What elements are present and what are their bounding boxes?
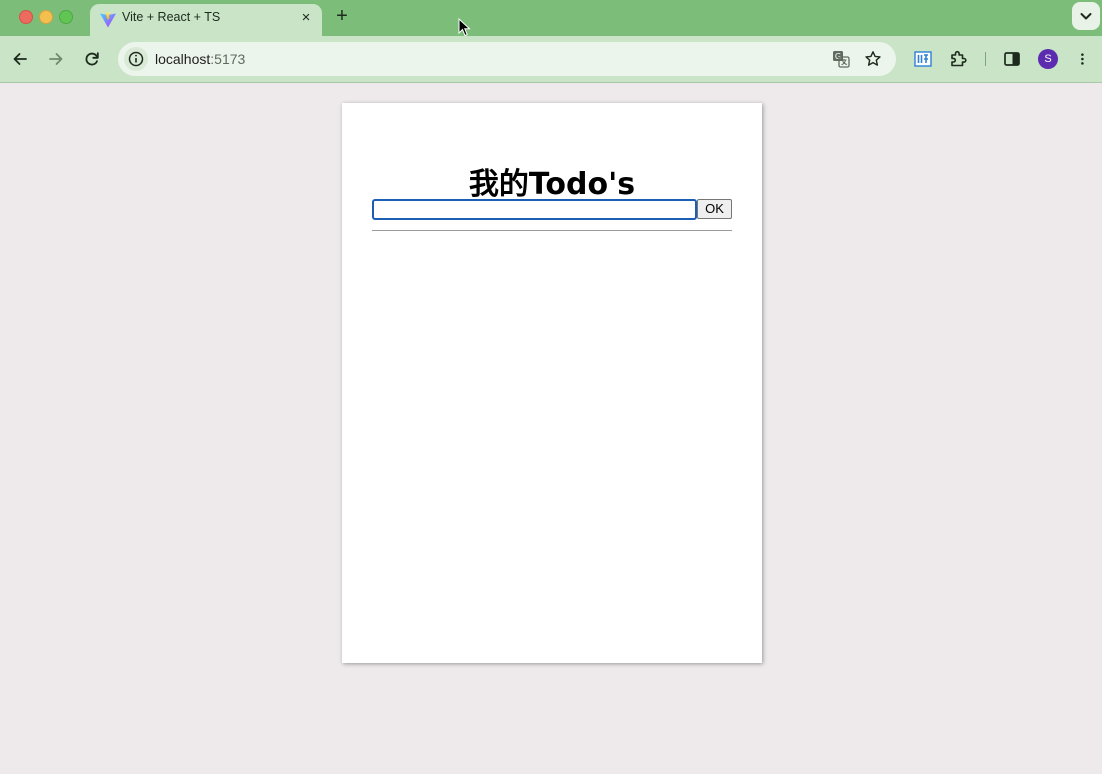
more-vertical-icon[interactable]: [1076, 49, 1092, 69]
tab-strip: Vite + React + TS × +: [0, 0, 1102, 37]
window-close-button[interactable]: [19, 10, 33, 24]
mouse-cursor-icon: [458, 18, 471, 37]
url-port: :5173: [210, 51, 246, 67]
chevron-down-icon: [1080, 13, 1092, 20]
window-zoom-button[interactable]: [59, 10, 73, 24]
reload-icon[interactable]: [82, 49, 102, 69]
extension-ii-icon[interactable]: [913, 49, 933, 69]
tab-close-icon[interactable]: ×: [298, 10, 314, 26]
tab-vite-react-ts[interactable]: Vite + React + TS ×: [90, 4, 322, 36]
url-text: localhost:5173: [155, 51, 245, 67]
tab-search-button[interactable]: [1072, 2, 1100, 30]
forward-arrow-icon[interactable]: [46, 49, 66, 69]
page-title: 我的Todo's: [468, 167, 636, 202]
todo-card: 我的Todo's OK: [342, 103, 762, 663]
url-host: localhost: [155, 51, 211, 67]
vite-logo-icon: [100, 12, 116, 28]
ok-button[interactable]: OK: [697, 199, 732, 219]
page-viewport: 我的Todo's OK: [0, 83, 1102, 774]
translate-icon[interactable]: G: [832, 50, 850, 68]
info-icon: [128, 51, 144, 67]
toolbar-divider: [985, 52, 986, 66]
divider: [372, 230, 732, 231]
bookmark-star-icon[interactable]: [864, 50, 882, 68]
address-bar[interactable]: localhost:5173 G: [118, 42, 896, 76]
tab-title: Vite + React + TS: [122, 10, 221, 24]
side-panel-icon[interactable]: [1002, 49, 1022, 69]
extensions-puzzle-icon[interactable]: [948, 49, 968, 69]
new-tab-button[interactable]: +: [332, 5, 352, 27]
browser-window: Vite + React + TS × + localhost:5173 G S…: [0, 0, 1102, 774]
todo-input[interactable]: [372, 199, 697, 220]
profile-avatar[interactable]: S: [1038, 49, 1058, 69]
window-minimize-button[interactable]: [39, 10, 53, 24]
site-info-button[interactable]: [124, 47, 148, 71]
browser-toolbar: localhost:5173 G S: [0, 36, 1102, 83]
back-arrow-icon[interactable]: [10, 49, 30, 69]
